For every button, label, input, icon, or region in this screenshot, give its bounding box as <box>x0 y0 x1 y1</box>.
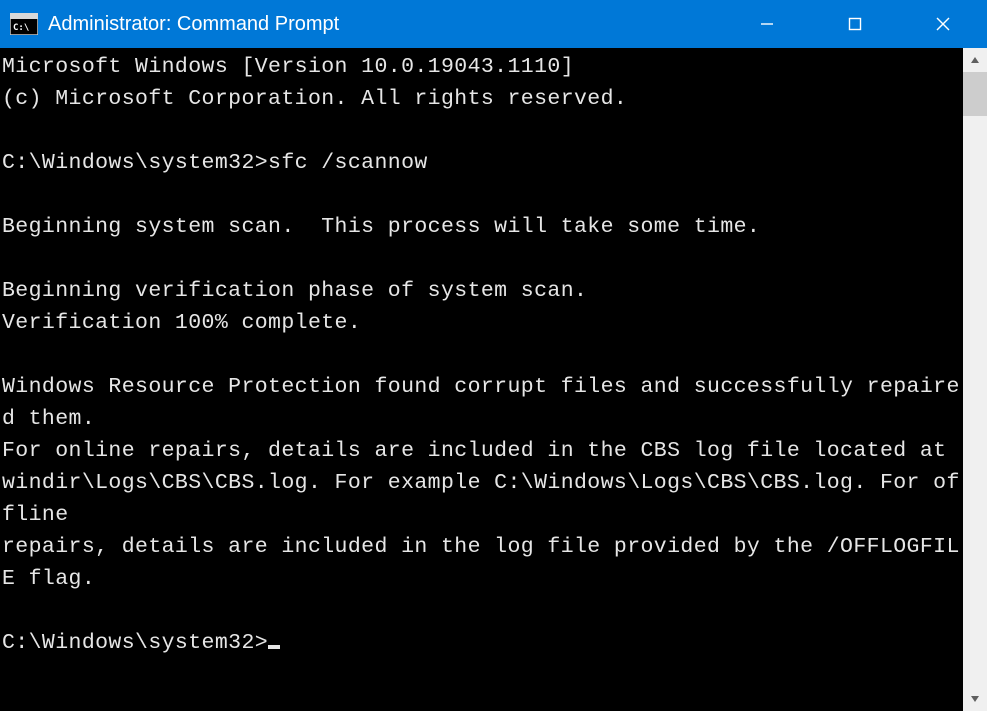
maximize-button[interactable] <box>811 0 899 48</box>
terminal-line: For online repairs, details are included… <box>2 439 946 463</box>
minimize-button[interactable] <box>723 0 811 48</box>
terminal-line: windir\Logs\CBS\CBS.log. For example C:\… <box>2 471 960 527</box>
svg-text:C:\: C:\ <box>13 23 29 33</box>
scroll-thumb[interactable] <box>963 72 987 116</box>
window-controls <box>723 0 987 48</box>
terminal-line: repairs, details are included in the log… <box>2 535 960 591</box>
terminal-line: Beginning verification phase of system s… <box>2 279 587 303</box>
scroll-track[interactable] <box>963 72 987 687</box>
cmd-icon: C:\ <box>6 6 42 42</box>
terminal-line: Windows Resource Protection found corrup… <box>2 375 960 431</box>
terminal-line: Microsoft Windows [Version 10.0.19043.11… <box>2 55 574 79</box>
terminal-line: (c) Microsoft Corporation. All rights re… <box>2 87 627 111</box>
window-title: Administrator: Command Prompt <box>48 13 723 36</box>
terminal-line: Verification 100% complete. <box>2 311 361 335</box>
scroll-down-button[interactable] <box>963 687 987 711</box>
terminal-output[interactable]: Microsoft Windows [Version 10.0.19043.11… <box>0 48 963 711</box>
text-cursor <box>268 645 280 649</box>
scroll-up-button[interactable] <box>963 48 987 72</box>
terminal-line: C:\Windows\system32>sfc /scannow <box>2 151 428 175</box>
close-button[interactable] <box>899 0 987 48</box>
terminal-line: Beginning system scan. This process will… <box>2 215 760 239</box>
terminal-line: C:\Windows\system32> <box>2 631 268 655</box>
titlebar[interactable]: C:\ Administrator: Command Prompt <box>0 0 987 48</box>
vertical-scrollbar[interactable] <box>963 48 987 711</box>
content-area: Microsoft Windows [Version 10.0.19043.11… <box>0 48 987 711</box>
